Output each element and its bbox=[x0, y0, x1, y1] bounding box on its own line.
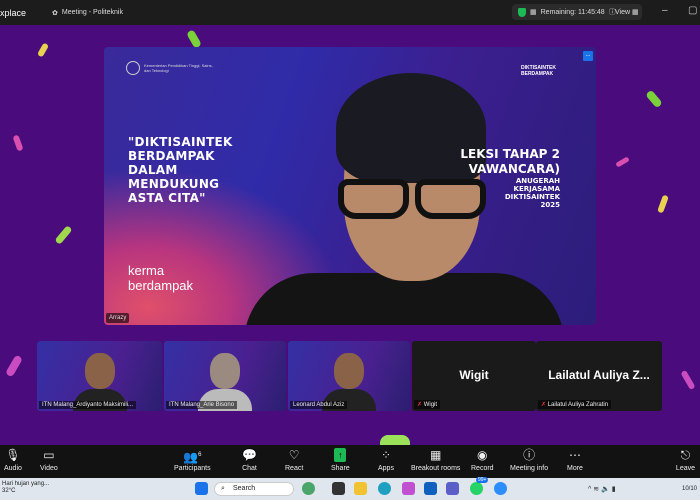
participant-name: Arrazy bbox=[106, 313, 130, 323]
clock[interactable]: 10/10 bbox=[682, 486, 697, 492]
tile-name: ITN Malang_Ardiyanto Maksimili... bbox=[39, 401, 137, 409]
start-button[interactable] bbox=[195, 482, 208, 495]
title-bar: xplace ✿ Meeting - Politeknik ▦ Remaining:… bbox=[0, 0, 700, 25]
meeting-toolbar: 🎙 Audio ▭ Video 👥6 Participants 💬 Chat ♡ Reac… bbox=[0, 445, 700, 478]
camera-icon: ▭ bbox=[43, 448, 55, 462]
record-button[interactable]: ◉ Record bbox=[471, 448, 494, 472]
volume-icon: 🔈 bbox=[601, 486, 610, 493]
zoom-icon[interactable] bbox=[494, 482, 507, 495]
shield-icon bbox=[518, 7, 526, 17]
weather-widget[interactable]: Hari hujan yang... 32°C bbox=[2, 481, 49, 495]
tile-name: ✗ Wigit bbox=[414, 400, 441, 409]
meeting-title: ✿ Meeting - Politeknik bbox=[52, 9, 123, 17]
notification-badge: 99+ bbox=[476, 477, 489, 483]
breakout-rooms-button[interactable]: ▦ Breakout rooms bbox=[411, 448, 460, 472]
meeting-icon: ✿ bbox=[52, 9, 58, 17]
file-explorer-icon[interactable] bbox=[354, 482, 367, 495]
react-button[interactable]: ♡ React bbox=[285, 448, 303, 472]
maximize-button[interactable]: ▢ bbox=[688, 5, 697, 16]
share-icon: ↑ bbox=[334, 448, 347, 462]
more-button[interactable]: ⋯ More bbox=[567, 448, 583, 472]
breakout-icon: ▦ bbox=[430, 448, 442, 462]
store-icon[interactable] bbox=[424, 482, 437, 495]
share-button[interactable]: ↑ Share bbox=[331, 448, 350, 472]
participant-tile[interactable]: Wigit ✗ Wigit bbox=[412, 341, 536, 411]
audio-button[interactable]: 🎙 Audio bbox=[4, 448, 22, 472]
ministry-logo: Kementerian Pendidikan Tinggi, Sains, da… bbox=[126, 61, 214, 75]
heart-icon: ♡ bbox=[288, 448, 300, 462]
tile-name: ITN Malang_Arie Bisono bbox=[166, 401, 238, 409]
participant-tile[interactable]: Lailatul Auliya Z... ✗ Lailatul Auliya Za… bbox=[536, 341, 662, 411]
system-tray[interactable]: ^ ≋ 🔈 ▮ bbox=[588, 485, 616, 493]
seal-icon bbox=[126, 61, 140, 75]
copilot-icon[interactable] bbox=[402, 482, 415, 495]
view-button[interactable]: View ▦ bbox=[615, 8, 639, 16]
slide-title: LEKSI TAHAP 2 VAWANCARA) ANUGERAH KERJASAM… bbox=[460, 147, 560, 209]
participant-tile[interactable]: ITN Malang_Arie Bisono bbox=[164, 341, 286, 411]
participant-tile[interactable]: Leonard Abdul Aziz bbox=[288, 341, 410, 411]
participant-tile[interactable]: ITN Malang_Ardiyanto Maksimili... bbox=[37, 341, 162, 411]
teams-icon[interactable] bbox=[446, 482, 459, 495]
tile-name: ✗ Lailatul Auliya Zahratin bbox=[538, 400, 612, 409]
app-name: xplace bbox=[0, 7, 27, 18]
kerma-logo: kerma berdampak bbox=[128, 263, 194, 293]
mic-muted-icon: ✗ bbox=[417, 402, 423, 408]
record-icon: ◉ bbox=[477, 448, 488, 462]
participants-button[interactable]: 👥6 Participants bbox=[174, 448, 211, 472]
main-video[interactable]: Kementerian Pendidikan Tinggi, Sains, da… bbox=[104, 47, 596, 325]
taskbar-search[interactable]: ⌕ Search bbox=[214, 482, 294, 496]
apps-icon: ⁘ bbox=[380, 448, 392, 462]
tile-name: Leonard Abdul Aziz bbox=[290, 401, 348, 409]
meeting-info-button[interactable]: ⓘ Meeting info bbox=[510, 448, 548, 472]
participant-video bbox=[224, 73, 564, 325]
grid-icon: ▦ bbox=[530, 9, 537, 16]
apps-button[interactable]: ⁘ Apps bbox=[378, 448, 394, 472]
minimize-button[interactable]: – bbox=[662, 5, 668, 16]
battery-icon: ▮ bbox=[611, 486, 616, 493]
mic-muted-icon: ✗ bbox=[541, 402, 547, 408]
tile-display-name: Wigit bbox=[459, 368, 489, 382]
slide-quote: "DIKTISAINTEK BERDAMPAK DALAM MENDUKUNG ASTA… bbox=[128, 135, 233, 205]
edge-icon[interactable] bbox=[378, 482, 391, 495]
wifi-icon: ≋ bbox=[593, 486, 600, 493]
leave-button[interactable]: ⎋ Leave bbox=[676, 448, 695, 472]
leave-icon: ⎋ bbox=[680, 448, 691, 462]
video-button[interactable]: ▭ Video bbox=[40, 448, 58, 472]
tile-display-name: Lailatul Auliya Z... bbox=[548, 368, 650, 382]
more-options-button[interactable]: ... bbox=[583, 51, 593, 61]
chevron-up-icon: ^ bbox=[588, 486, 592, 493]
brand-logo: DIKTISAINTEK BERDAMPAK bbox=[521, 65, 556, 77]
info-icon: ⓘ bbox=[523, 448, 536, 462]
participants-icon: 👥6 bbox=[183, 450, 202, 464]
chat-icon: 💬 bbox=[242, 448, 257, 462]
whatsapp-icon[interactable]: 99+ bbox=[470, 477, 489, 495]
widget-icon[interactable] bbox=[302, 482, 315, 495]
more-icon: ⋯ bbox=[568, 448, 581, 462]
microphone-icon: 🎙 bbox=[5, 448, 21, 462]
task-view-icon[interactable] bbox=[332, 482, 345, 495]
search-icon: ⌕ bbox=[221, 485, 225, 492]
windows-taskbar: Hari hujan yang... 32°C ⌕ Search 99+ ^ ≋ 🔈… bbox=[0, 477, 700, 500]
chat-button[interactable]: 💬 Chat bbox=[242, 448, 257, 472]
